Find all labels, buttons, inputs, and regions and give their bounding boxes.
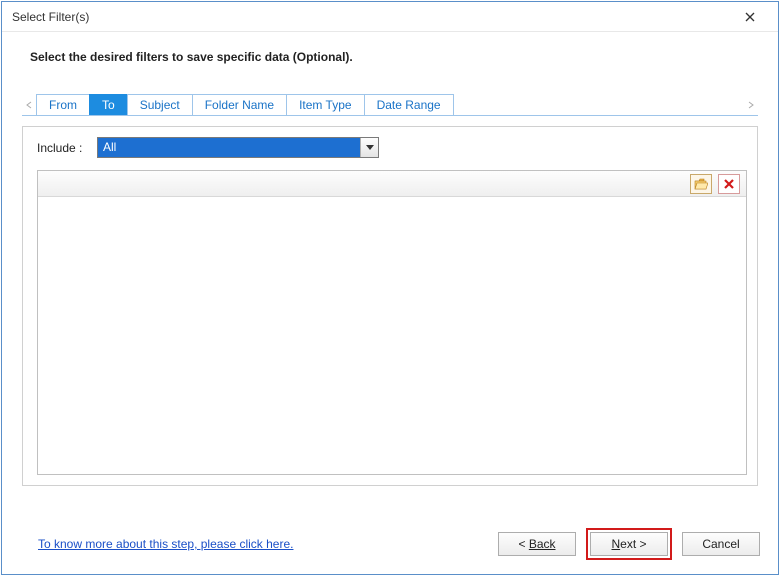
delete-x-icon <box>723 178 735 190</box>
button-row: < Back Next > Cancel <box>498 532 760 556</box>
dialog-title: Select Filter(s) <box>12 10 89 24</box>
titlebar: Select Filter(s) <box>2 2 778 32</box>
chevron-left-icon <box>26 101 32 109</box>
tab-scroll-left[interactable] <box>22 94 36 115</box>
back-button[interactable]: < Back <box>498 532 576 556</box>
help-link[interactable]: To know more about this step, please cli… <box>38 537 293 551</box>
tab-to[interactable]: To <box>89 94 128 115</box>
include-label: Include : <box>37 141 89 155</box>
chevron-right-icon <box>748 101 754 109</box>
chevron-down-icon <box>366 145 374 151</box>
tab-folder-name[interactable]: Folder Name <box>192 94 287 115</box>
remove-button[interactable] <box>718 174 740 194</box>
tab-item-type[interactable]: Item Type <box>286 94 364 115</box>
include-row: Include : All <box>37 137 747 158</box>
dialog-content: Select the desired filters to save speci… <box>2 32 778 520</box>
close-button[interactable] <box>730 3 770 31</box>
select-filter-dialog: Select Filter(s) Select the desired filt… <box>1 1 779 575</box>
tab-from[interactable]: From <box>36 94 90 115</box>
instruction-text: Select the desired filters to save speci… <box>22 50 758 64</box>
close-icon <box>745 12 755 22</box>
filter-list-body[interactable] <box>38 197 746 474</box>
browse-button[interactable] <box>690 174 712 194</box>
dialog-footer: To know more about this step, please cli… <box>2 520 778 574</box>
next-button-highlight: Next > <box>586 528 672 560</box>
folder-open-icon <box>694 178 708 190</box>
include-combobox[interactable]: All <box>97 137 379 158</box>
tab-date-range[interactable]: Date Range <box>364 94 454 115</box>
cancel-button[interactable]: Cancel <box>682 532 760 556</box>
next-button[interactable]: Next > <box>590 532 668 556</box>
filter-list <box>37 170 747 475</box>
include-value[interactable]: All <box>98 138 360 157</box>
tab-strip: From To Subject Folder Name Item Type Da… <box>22 94 758 116</box>
tab-subject[interactable]: Subject <box>127 94 193 115</box>
filter-panel: Include : All <box>22 126 758 486</box>
include-dropdown-button[interactable] <box>360 138 378 157</box>
filter-list-toolbar <box>38 171 746 197</box>
tab-scroll-right[interactable] <box>744 94 758 115</box>
back-label: Back <box>529 537 556 551</box>
